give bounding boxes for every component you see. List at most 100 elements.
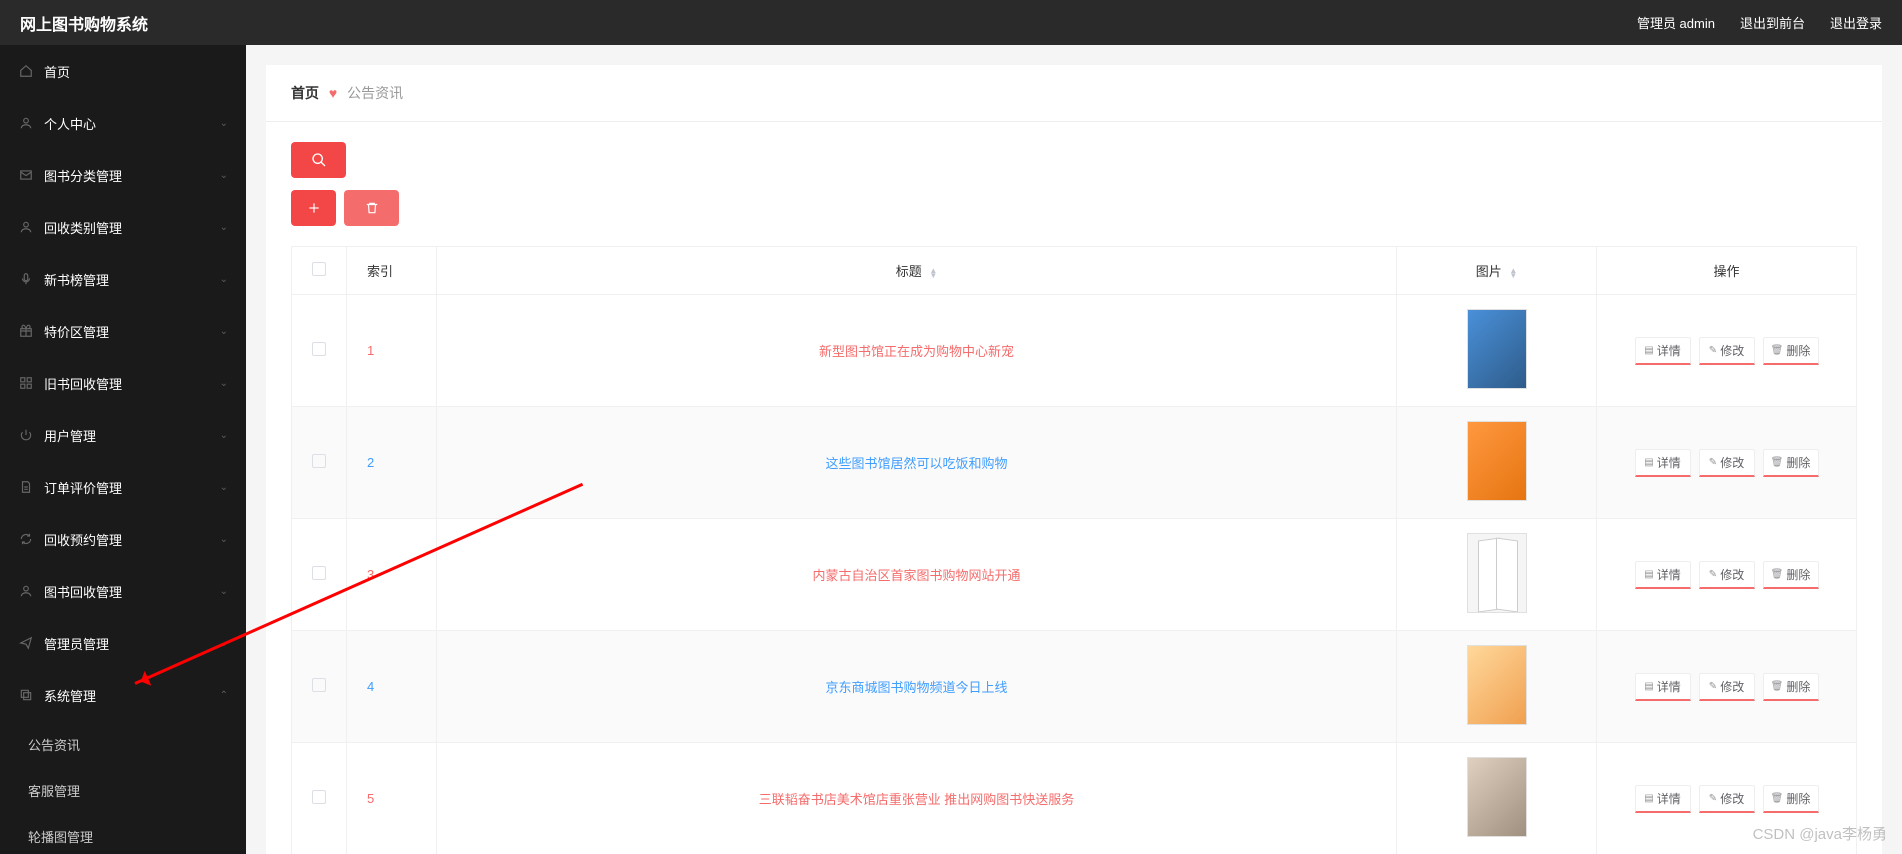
user-icon	[18, 583, 34, 599]
row-title[interactable]: 京东商城图书购物频道今日上线	[825, 680, 1007, 695]
breadcrumb-home[interactable]: 首页	[291, 85, 319, 101]
select-all-checkbox[interactable]	[312, 262, 326, 276]
grid-icon	[18, 375, 34, 391]
row-checkbox[interactable]	[312, 790, 326, 804]
table-row: 5三联韬奋书店美术馆店重张营业 推出网购图书快送服务▤详情✎修改🗑删除	[292, 743, 1857, 854]
sidebar-item-label: 订单评价管理	[44, 478, 220, 497]
sidebar-subitem-12-0[interactable]: 公告资讯	[0, 721, 246, 767]
detail-button[interactable]: ▤详情	[1635, 673, 1691, 701]
row-delete-button[interactable]: 🗑删除	[1763, 673, 1819, 701]
add-button[interactable]	[291, 190, 336, 226]
exit-to-front-link[interactable]: 退出到前台	[1740, 13, 1805, 32]
edit-button[interactable]: ✎修改	[1699, 337, 1755, 365]
sidebar-item-label: 系统管理	[44, 686, 220, 705]
row-checkbox[interactable]	[312, 342, 326, 356]
plus-icon	[307, 201, 321, 215]
detail-button[interactable]: ▤详情	[1635, 449, 1691, 477]
row-index: 3	[367, 567, 374, 582]
row-title[interactable]: 新型图书馆正在成为购物中心新宠	[819, 344, 1014, 359]
edit-button[interactable]: ✎修改	[1699, 449, 1755, 477]
chevron-down-icon: ⌄	[220, 378, 228, 389]
sidebar-item-label: 图书回收管理	[44, 582, 220, 601]
sidebar-item-8[interactable]: 订单评价管理⌄	[0, 461, 246, 513]
row-delete-button[interactable]: 🗑删除	[1763, 785, 1819, 813]
sidebar-item-3[interactable]: 回收类别管理⌄	[0, 201, 246, 253]
sort-icon: ▲▼	[929, 268, 937, 278]
sidebar-item-7[interactable]: 用户管理⌄	[0, 409, 246, 461]
header-right: 管理员 admin 退出到前台 退出登录	[1637, 13, 1882, 32]
row-image[interactable]	[1467, 309, 1527, 389]
search-button[interactable]	[291, 142, 346, 178]
logout-link[interactable]: 退出登录	[1830, 13, 1882, 32]
chevron-down-icon: ⌄	[220, 222, 228, 233]
row-delete-button[interactable]: 🗑删除	[1763, 449, 1819, 477]
app-logo: 网上图书购物系统	[20, 11, 148, 35]
data-table: 索引 标题 ▲▼ 图片 ▲▼ 操作 1新型图书馆正在成为购物中心新宠▤详情✎修改…	[291, 246, 1857, 854]
trash-icon: 🗑	[1771, 569, 1784, 580]
edit-button[interactable]: ✎修改	[1699, 673, 1755, 701]
sidebar: 首页个人中心⌄图书分类管理⌄回收类别管理⌄新书榜管理⌄特价区管理⌄旧书回收管理⌄…	[0, 45, 246, 854]
row-index: 4	[367, 679, 374, 694]
sidebar-item-6[interactable]: 旧书回收管理⌄	[0, 357, 246, 409]
row-image[interactable]	[1467, 533, 1527, 613]
sidebar-item-11[interactable]: 管理员管理⌄	[0, 617, 246, 669]
sidebar-item-2[interactable]: 图书分类管理⌄	[0, 149, 246, 201]
chevron-down-icon: ⌄	[220, 118, 228, 129]
sidebar-item-12[interactable]: 系统管理⌃	[0, 669, 246, 721]
app-header: 网上图书购物系统 管理员 admin 退出到前台 退出登录	[0, 0, 1902, 45]
chevron-down-icon: ⌄	[220, 638, 228, 649]
row-delete-button[interactable]: 🗑删除	[1763, 337, 1819, 365]
chevron-down-icon: ⌄	[220, 586, 228, 597]
row-checkbox[interactable]	[312, 566, 326, 580]
breadcrumb: 首页 ♥ 公告资讯	[266, 65, 1882, 122]
row-image[interactable]	[1467, 757, 1527, 837]
admin-label[interactable]: 管理员 admin	[1637, 13, 1715, 32]
header-image[interactable]: 图片 ▲▼	[1397, 247, 1597, 295]
sidebar-item-4[interactable]: 新书榜管理⌄	[0, 253, 246, 305]
sidebar-item-5[interactable]: 特价区管理⌄	[0, 305, 246, 357]
trash-icon: 🗑	[1771, 345, 1784, 356]
sidebar-item-label: 回收预约管理	[44, 530, 220, 549]
edit-icon: ✎	[1709, 345, 1717, 356]
chevron-down-icon: ⌄	[220, 326, 228, 337]
sidebar-item-9[interactable]: 回收预约管理⌄	[0, 513, 246, 565]
trash-icon	[365, 201, 379, 215]
toolbar	[266, 122, 1882, 226]
sidebar-item-10[interactable]: 图书回收管理⌄	[0, 565, 246, 617]
breadcrumb-current: 公告资讯	[347, 85, 403, 101]
row-image[interactable]	[1467, 645, 1527, 725]
header-title[interactable]: 标题 ▲▼	[437, 247, 1397, 295]
sidebar-item-label: 用户管理	[44, 426, 220, 445]
heart-icon: ♥	[329, 85, 337, 101]
sidebar-item-label: 回收类别管理	[44, 218, 220, 237]
delete-button[interactable]	[344, 190, 399, 226]
content-card: 首页 ♥ 公告资讯	[266, 65, 1882, 854]
row-index: 1	[367, 343, 374, 358]
detail-button[interactable]: ▤详情	[1635, 785, 1691, 813]
user-icon	[18, 115, 34, 131]
row-delete-button[interactable]: 🗑删除	[1763, 561, 1819, 589]
sidebar-item-label: 个人中心	[44, 114, 220, 133]
sidebar-item-0[interactable]: 首页	[0, 45, 246, 97]
row-title[interactable]: 这些图书馆居然可以吃饭和购物	[825, 456, 1007, 471]
row-checkbox[interactable]	[312, 678, 326, 692]
row-checkbox[interactable]	[312, 454, 326, 468]
detail-button[interactable]: ▤详情	[1635, 337, 1691, 365]
edit-button[interactable]: ✎修改	[1699, 561, 1755, 589]
header-index[interactable]: 索引	[347, 247, 437, 295]
trash-icon: 🗑	[1771, 681, 1784, 692]
row-image[interactable]	[1467, 421, 1527, 501]
row-title[interactable]: 三联韬奋书店美术馆店重张营业 推出网购图书快送服务	[759, 792, 1075, 807]
detail-button[interactable]: ▤详情	[1635, 561, 1691, 589]
sidebar-item-label: 特价区管理	[44, 322, 220, 341]
table-row: 3 内蒙古自治区首家图书购物网站开通 ▤详情 ✎修改 🗑删除	[292, 519, 1857, 631]
row-title[interactable]: 内蒙古自治区首家图书购物网站开通	[812, 568, 1020, 583]
table-row: 2这些图书馆居然可以吃饭和购物▤详情✎修改🗑删除	[292, 407, 1857, 519]
sidebar-subitem-12-1[interactable]: 客服管理	[0, 767, 246, 813]
sidebar-item-1[interactable]: 个人中心⌄	[0, 97, 246, 149]
home-icon	[18, 63, 34, 79]
chevron-up-icon: ⌃	[220, 690, 228, 701]
doc-icon: ▤	[1644, 681, 1653, 692]
edit-button[interactable]: ✎修改	[1699, 785, 1755, 813]
sidebar-subitem-12-2[interactable]: 轮播图管理	[0, 813, 246, 854]
